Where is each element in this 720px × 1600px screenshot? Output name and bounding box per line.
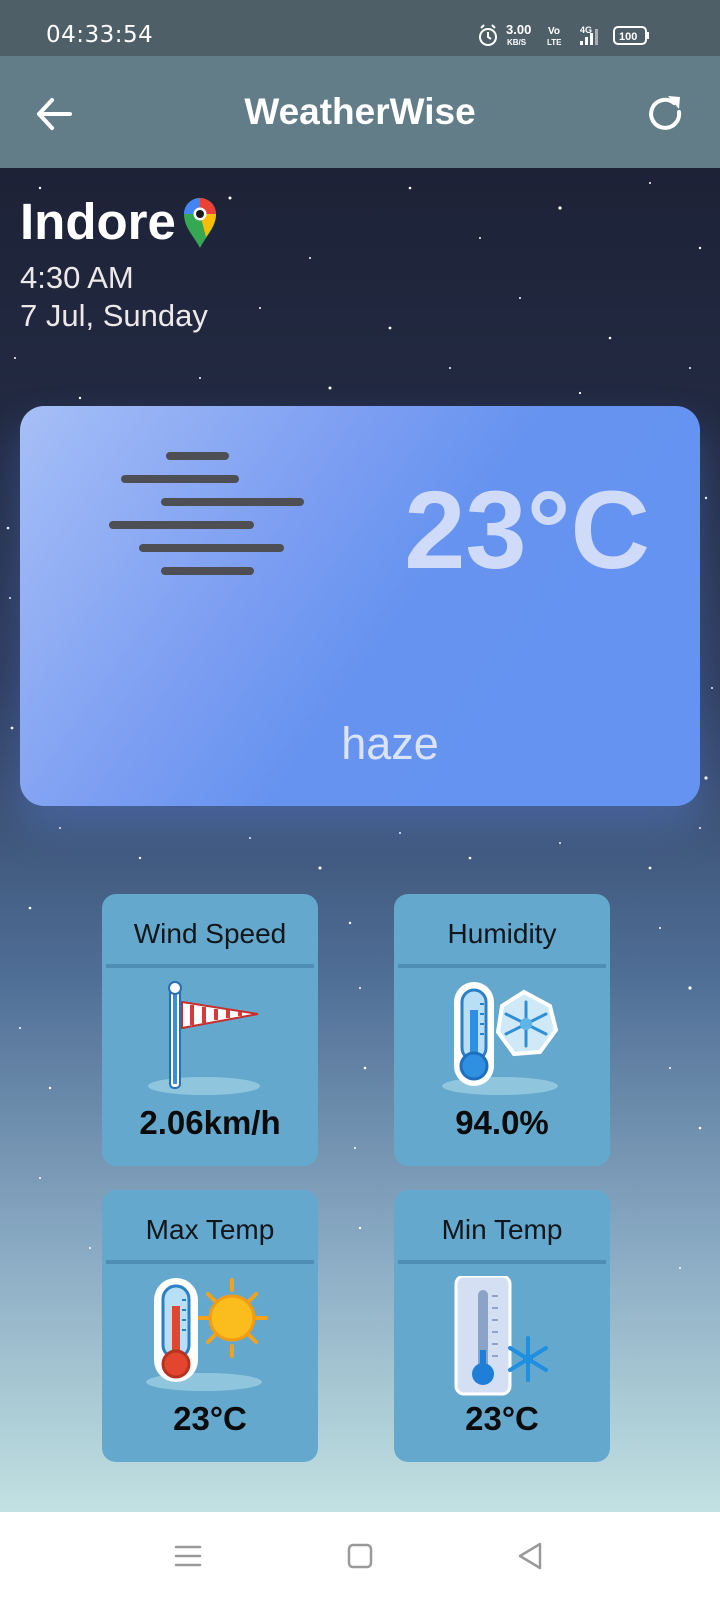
tile-value: 23°C	[173, 1400, 247, 1437]
home-button[interactable]	[342, 1538, 378, 1574]
tile-divider	[106, 964, 314, 968]
status-bar: 04:33:54 3.00 KB/S Vo LTE 4G 100	[0, 0, 720, 56]
volte-icon: Vo LTE	[547, 26, 562, 47]
stat-tile-wind-speed: Wind Speed 2.06km/h	[102, 894, 318, 1166]
back-triangle-icon	[518, 1542, 542, 1570]
tile-value: 94.0%	[455, 1104, 549, 1141]
menu-icon	[174, 1545, 202, 1567]
app-title: WeatherWise	[244, 91, 476, 132]
system-nav-bar	[0, 1512, 720, 1600]
net-speed-unit: KB/S	[507, 38, 527, 47]
battery-icon: 100	[613, 26, 649, 45]
battery-level: 100	[619, 31, 637, 43]
stat-tile-min-temp: Min Temp 23°C	[394, 1190, 610, 1462]
thermometer-sun-icon	[146, 1278, 268, 1391]
haze-icon	[109, 452, 304, 575]
home-square-icon	[347, 1543, 373, 1569]
current-weather-card: 23°C haze	[20, 406, 700, 806]
signal-icon: 4G	[580, 25, 598, 45]
tile-title: Max Temp	[145, 1214, 275, 1245]
nav-back-button[interactable]	[512, 1538, 548, 1574]
volte-bottom: LTE	[547, 38, 562, 47]
map-pin-icon	[184, 198, 216, 248]
local-date: 7 Jul, Sunday	[20, 298, 208, 333]
tile-title: Wind Speed	[133, 918, 287, 949]
tile-title: Min Temp	[441, 1214, 563, 1245]
refresh-icon	[649, 96, 682, 130]
tile-divider	[106, 1260, 314, 1264]
city-name: Indore	[20, 193, 176, 250]
thermometer-cold-icon	[454, 1276, 548, 1396]
app-bar: WeatherWise	[0, 56, 720, 168]
alarm-icon	[479, 24, 497, 46]
recent-apps-button[interactable]	[170, 1538, 206, 1574]
net-speed-value: 3.00	[506, 22, 531, 37]
local-time: 4:30 AM	[20, 260, 134, 295]
refresh-button[interactable]	[642, 90, 690, 138]
tile-divider	[398, 964, 606, 968]
weather-background: Indore 4:30 AM 7 Jul, Sunday 23°C haze W…	[0, 168, 720, 1512]
back-button[interactable]	[30, 90, 78, 138]
tile-value: 2.06km/h	[139, 1104, 281, 1141]
tile-value: 23°C	[465, 1400, 539, 1437]
arrow-left-icon	[37, 98, 72, 130]
stat-tile-humidity: Humidity 94.0%	[394, 894, 610, 1166]
tile-divider	[398, 1260, 606, 1264]
status-time: 04:33:54	[46, 22, 154, 48]
current-temperature: 23°C	[404, 469, 650, 592]
stat-tile-max-temp: Max Temp 23°C	[102, 1190, 318, 1462]
current-condition: haze	[341, 718, 439, 769]
thermometer-snowflake-icon	[442, 982, 559, 1095]
windsock-icon	[148, 981, 260, 1095]
volte-top: Vo	[548, 26, 560, 37]
tile-title: Humidity	[447, 918, 557, 949]
status-icons: 3.00 KB/S Vo LTE 4G 100	[479, 22, 649, 47]
